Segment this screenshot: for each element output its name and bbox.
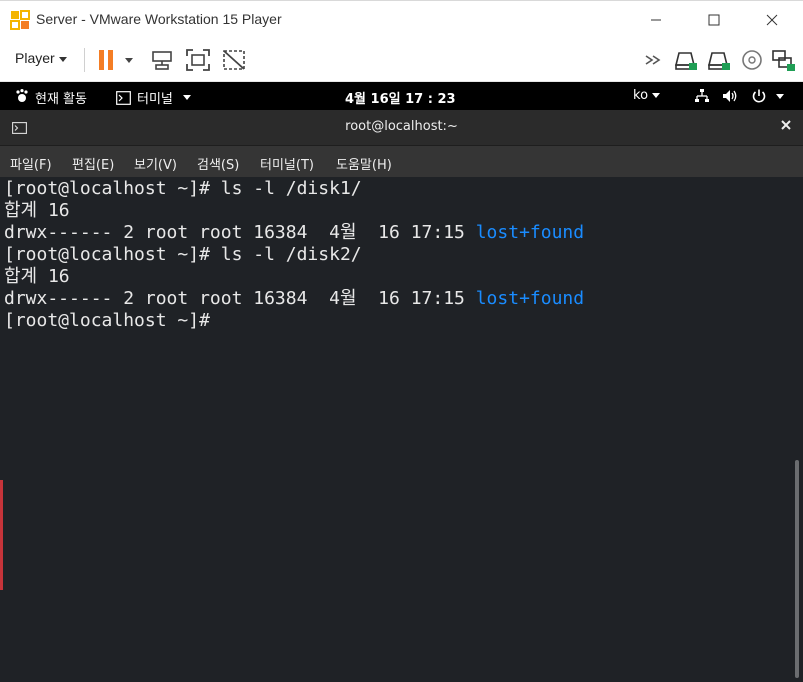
fullscreen-icon[interactable] [185, 48, 211, 72]
directory-name: lost+found [475, 288, 585, 309]
app-menu-label: 터미널 [137, 92, 173, 107]
power-icon[interactable] [751, 88, 767, 104]
terminal-line: 합계 16 [4, 200, 70, 221]
gnome-top-bar: 현재 활동 터미널 4월 16일 17 : 23 ko [0, 82, 803, 197]
gnome-foot-icon [16, 89, 28, 102]
network-adapter-icon[interactable] [770, 48, 796, 72]
terminal-window: root@localhost:~ 파일(F) 편집(E) 보기(V) 검색(S)… [0, 110, 803, 682]
terminal-prompt-line: [root@localhost ~]# [4, 310, 210, 331]
app-menu[interactable]: 터미널 [116, 88, 191, 107]
maximize-button[interactable] [685, 1, 743, 39]
unity-icon[interactable] [221, 48, 247, 72]
forward-icon[interactable] [642, 48, 668, 72]
menu-terminal[interactable]: 터미널(T) [260, 154, 314, 173]
maximize-icon [708, 14, 720, 26]
terminal-output[interactable]: [root@localhost ~]# ls -l /disk1/ 합계 16 … [0, 177, 791, 682]
player-menu-label: Player [15, 50, 55, 66]
terminal-line: [root@localhost ~]# ls -l /disk2/ [4, 244, 362, 265]
vmware-player-logo-icon [10, 10, 30, 30]
close-icon [781, 120, 791, 130]
network-icon[interactable] [694, 88, 710, 104]
menu-search[interactable]: 검색(S) [197, 154, 239, 173]
dropdown-caret-icon[interactable] [122, 48, 136, 72]
terminal-line: 합계 16 [4, 266, 70, 287]
chevron-down-icon [652, 93, 661, 98]
directory-name: lost+found [475, 222, 585, 243]
close-icon [766, 14, 778, 26]
menu-help[interactable]: 도움말(H) [336, 154, 392, 173]
menu-edit[interactable]: 편집(E) [72, 154, 114, 173]
terminal-line: drwx------ 2 root root 16384 4월 16 17:15… [4, 222, 585, 243]
send-ctrl-alt-del-icon[interactable] [149, 48, 175, 72]
window-title: Server - VMware Workstation 15 Player [36, 11, 282, 27]
vmware-toolbar: Player [0, 38, 803, 82]
minimize-button[interactable] [627, 1, 685, 39]
scrollbar-thumb[interactable] [795, 460, 799, 678]
volume-icon[interactable] [722, 88, 740, 104]
terminal-title: root@localhost:~ [345, 119, 458, 134]
minimize-icon [651, 19, 661, 21]
menu-view[interactable]: 보기(V) [134, 154, 177, 173]
terminal-close-button[interactable] [781, 118, 791, 134]
activities-button[interactable]: 현재 활동 [35, 88, 87, 107]
chevron-down-icon [58, 56, 67, 62]
menu-file[interactable]: 파일(F) [10, 154, 52, 173]
terminal-scrollbar[interactable] [791, 177, 803, 682]
pause-icon[interactable] [96, 48, 122, 72]
close-button[interactable] [743, 1, 801, 39]
input-method-label: ko [633, 88, 649, 103]
hard-disk-1-icon[interactable] [672, 48, 698, 72]
terminal-header-bar: root@localhost:~ [0, 110, 803, 146]
left-edge-accent [0, 480, 3, 590]
vmware-title-bar: Server - VMware Workstation 15 Player [0, 0, 803, 38]
terminal-line: drwx------ 2 root root 16384 4월 16 17:15… [4, 288, 585, 309]
toolbar-divider [84, 48, 85, 72]
terminal-line: [root@localhost ~]# ls -l /disk1/ [4, 178, 362, 199]
chevron-down-icon [182, 95, 191, 100]
cd-dvd-icon[interactable] [739, 48, 765, 72]
hard-disk-2-icon[interactable] [705, 48, 731, 72]
input-method-menu[interactable]: ko [633, 88, 661, 103]
terminal-menu-bar: 파일(F) 편집(E) 보기(V) 검색(S) 터미널(T) 도움말(H) [0, 146, 803, 177]
clock[interactable]: 4월 16일 17 : 23 [345, 88, 456, 107]
terminal-app-icon [116, 90, 131, 105]
player-menu-button[interactable]: Player [15, 50, 67, 66]
chevron-down-icon[interactable] [776, 94, 784, 99]
